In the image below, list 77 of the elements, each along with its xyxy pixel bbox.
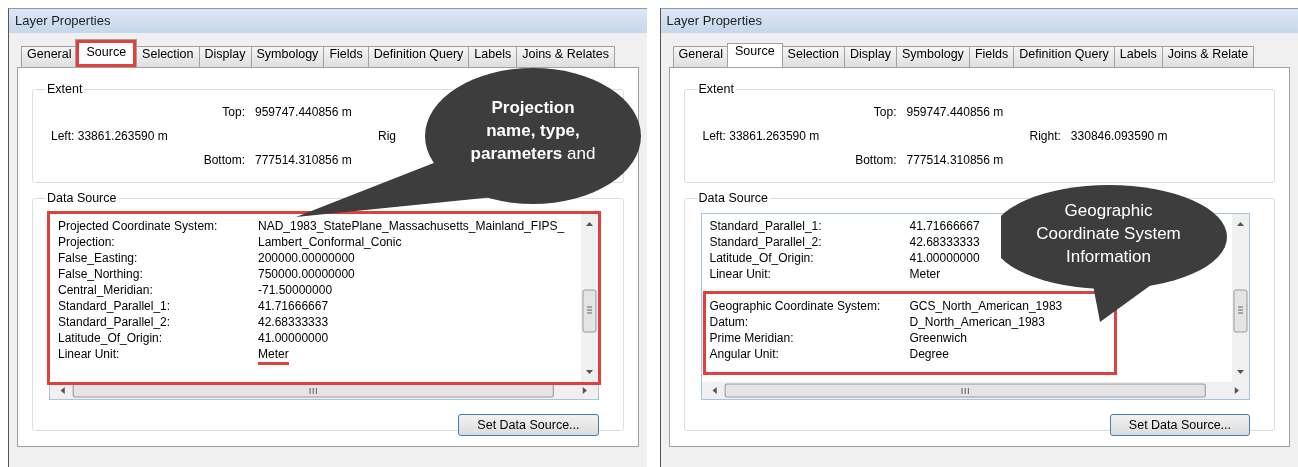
- property-name: False_Easting:: [58, 250, 139, 266]
- property-value: Lambert_Conformal_Conic: [258, 234, 402, 250]
- right-label: Right:: [1029, 129, 1061, 143]
- property-name: Latitude_Of_Origin:: [709, 250, 815, 266]
- tab[interactable]: Definition Query: [1013, 46, 1115, 67]
- property-value: 41.00000000: [258, 330, 329, 346]
- property-value: 42.68333333: [909, 234, 980, 250]
- property-value: Greenwich: [909, 330, 967, 346]
- property-value: 41.00000000: [909, 250, 980, 266]
- property-name: False_Northing:: [58, 266, 144, 282]
- property-name: Geographic Coordinate System:: [709, 298, 882, 314]
- top-value: 959747.440856 m: [906, 105, 1004, 119]
- bottom-value: 777514.310856 m: [255, 153, 352, 167]
- property-name: Projection:: [58, 234, 116, 250]
- callout-text: Geographic Coordinate System Information: [1035, 200, 1182, 268]
- property-value: 750000.00000000: [258, 266, 355, 282]
- top-label: Top:: [872, 105, 897, 119]
- right-label: Rig: [378, 129, 396, 143]
- property-value: Meter: [258, 346, 289, 365]
- top-value: 959747.440856 m: [255, 105, 352, 119]
- property-name: Linear Unit:: [58, 346, 121, 363]
- property-name: Standard_Parallel_2:: [58, 314, 172, 330]
- tab[interactable]: Labels: [1113, 46, 1163, 67]
- property-value: Degree: [909, 346, 949, 362]
- callout-text: Projection name, type, parameters and: [469, 97, 597, 165]
- top-label: Top:: [221, 105, 245, 119]
- property-name: Linear Unit:: [709, 266, 772, 282]
- property-value: -71.50000000: [258, 282, 333, 298]
- property-value: 41.71666667: [258, 298, 329, 314]
- property-name: Latitude_Of_Origin:: [58, 330, 164, 346]
- group-title: Data Source: [46, 191, 118, 205]
- property-value: 42.68333333: [258, 314, 329, 330]
- tab[interactable]: Joins & Relates: [516, 46, 616, 67]
- bottom-value: 777514.310856 m: [906, 153, 1004, 167]
- tab[interactable]: Source: [727, 43, 783, 67]
- window-title: Layer Properties: [9, 9, 647, 33]
- property-value: D_North_American_1983: [909, 314, 1045, 330]
- left-label: Left:: [702, 129, 726, 143]
- property-name: Datum:: [709, 314, 750, 330]
- group-title: Data Source: [697, 191, 769, 205]
- bottom-label: Bottom:: [202, 153, 245, 167]
- property-value: Meter: [909, 266, 941, 282]
- property-name: Angular Unit:: [709, 346, 780, 362]
- right-value: 330846.093590 m: [1070, 129, 1168, 143]
- property-name: Prime Meridian:: [709, 330, 795, 346]
- property-value: NAD_1983_StatePlane_Massachusetts_Mainland_FIPS_: [258, 218, 565, 234]
- tab[interactable]: Source: [75, 39, 138, 67]
- window-title: Layer Properties: [660, 9, 1298, 33]
- property-name: Standard_Parallel_1:: [58, 298, 172, 314]
- group-title: Extent: [46, 82, 84, 96]
- property-value: 41.71666667: [909, 218, 980, 234]
- tab[interactable]: Fields: [968, 46, 1015, 67]
- property-name: Projected Coordinate System:: [58, 218, 219, 234]
- left-label: Left:: [51, 129, 75, 143]
- tab[interactable]: Selection: [136, 46, 200, 67]
- property-name: Standard_Parallel_2:: [709, 234, 823, 250]
- tab[interactable]: Joins & Relate: [1161, 46, 1255, 67]
- tab[interactable]: General: [672, 46, 729, 67]
- set-data-source-button[interactable]: Set Data Source...: [458, 414, 599, 436]
- bottom-label: Bottom:: [854, 153, 897, 167]
- property-name: Central_Meridian:: [58, 282, 154, 298]
- tab[interactable]: Display: [844, 46, 898, 67]
- tab[interactable]: Selection: [781, 46, 846, 67]
- left-value: 33861.263590 m: [77, 129, 168, 143]
- group-title: Extent: [697, 82, 735, 96]
- set-data-source-button[interactable]: Set Data Source...: [1109, 414, 1250, 436]
- tab[interactable]: Symbology: [896, 46, 970, 67]
- tab[interactable]: General: [21, 46, 78, 67]
- tab[interactable]: Definition Query: [367, 46, 470, 67]
- tab[interactable]: Symbology: [250, 46, 325, 67]
- tab[interactable]: Labels: [468, 46, 518, 67]
- tab[interactable]: Fields: [323, 46, 369, 67]
- property-value: GCS_North_American_1983: [909, 298, 1063, 314]
- property-value: 200000.00000000: [258, 250, 355, 266]
- left-value: 33861.263590 m: [729, 129, 820, 143]
- tab[interactable]: Display: [198, 46, 252, 67]
- property-name: Standard_Parallel_1:: [709, 218, 823, 234]
